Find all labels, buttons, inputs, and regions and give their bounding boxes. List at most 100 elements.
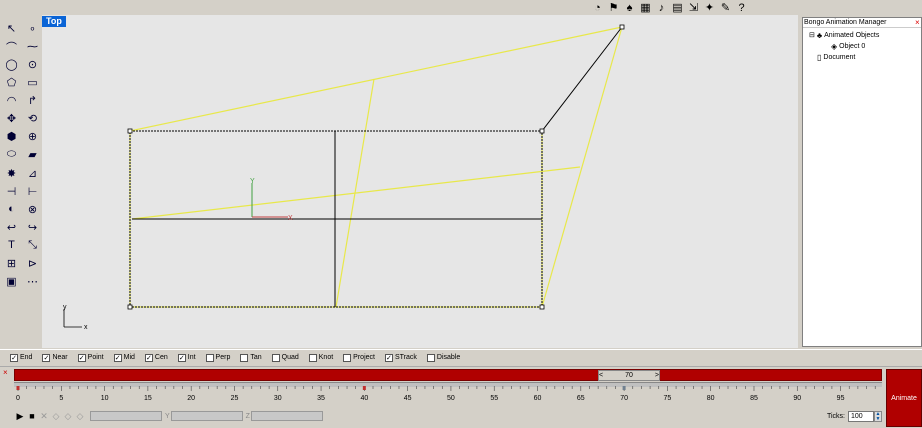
snap-quad[interactable]: Quad [271,353,299,362]
blend-icon[interactable]: ↪ [24,219,41,236]
union-icon[interactable]: ⊕ [24,128,41,145]
highlight-line [129,26,623,132]
snap-checkbox[interactable] [426,353,435,362]
polyline-icon[interactable]: ⌒ [3,38,20,55]
timeline-range-bar[interactable]: < 70 > [14,369,882,381]
curve-points-icon[interactable]: ⁓ [24,38,41,55]
viewport-canvas[interactable]: Y X y x [42,15,798,348]
snap-int[interactable]: ✓ Int [177,353,196,362]
stop-icon[interactable]: ■ [26,410,38,422]
snap-project[interactable]: Project [343,353,375,362]
snap-checkbox[interactable]: ✓ [42,353,51,362]
snap-mid[interactable]: ✓ Mid [113,353,135,362]
snap-checkbox[interactable]: ✓ [177,353,186,362]
snap-checkbox[interactable] [240,353,249,362]
animate-button[interactable]: Animate [886,369,922,427]
graph-icon[interactable]: ▦ [638,0,653,15]
render-icon[interactable]: ✦ [702,0,717,15]
layer-icon[interactable]: ▣ [3,273,20,290]
grid-snap-icon[interactable]: ⋯ [24,273,41,290]
snap-tan[interactable]: Tan [240,353,262,362]
snap-checkbox[interactable]: ✓ [113,353,122,362]
ticks-input[interactable]: 100 [848,410,874,422]
fillet-icon[interactable]: ↱ [24,92,41,109]
snap-checkbox[interactable]: ✓ [384,353,393,362]
analyze-icon[interactable]: ◐ [3,201,20,218]
snap-near[interactable]: ✓ Near [42,353,68,362]
extrude-icon[interactable]: ▰ [24,146,41,163]
top-viewport[interactable]: Y X y x Top [42,15,798,348]
current-frame-marker[interactable] [622,386,626,390]
text-icon[interactable]: T [3,237,20,254]
close-icon[interactable]: × [3,369,11,377]
tools-icon[interactable]: ✎ [718,0,733,15]
control-point[interactable] [127,128,133,134]
control-points[interactable] [127,24,625,310]
snap-perp[interactable]: Perp [205,353,230,362]
curve-icon[interactable]: ↩ [3,219,20,236]
move-icon[interactable]: ✥ [3,110,20,127]
snap-label: Project [353,354,375,361]
snap-point[interactable]: ✓ Point [77,353,104,362]
snap-disable[interactable]: Disable [426,353,460,362]
prev-frame-button[interactable]: < [599,372,603,379]
snap-knot[interactable]: Knot [308,353,333,362]
help-icon[interactable]: ? [734,0,749,15]
offset-icon[interactable]: ⊗ [24,201,41,218]
next-frame-button[interactable]: > [655,372,659,379]
point-icon[interactable]: ∘ [24,20,41,37]
ellipse-icon[interactable]: ⊙ [24,56,41,73]
split-icon[interactable]: ⊢ [24,183,41,200]
select-arrow-icon[interactable]: ↖ [3,20,20,37]
close-icon[interactable]: × [915,18,921,27]
snap-checkbox[interactable] [271,353,280,362]
timeline-ruler[interactable]: 0 5 10 15 20 25 30 35 40 45 50 55 60 65 70 75 80 85 90 95 [0,386,886,408]
tree-item[interactable]: ◈ Object 0 [823,41,865,52]
snap-checkbox[interactable]: ✓ [77,353,86,362]
snap-checkbox[interactable]: ✓ [10,353,18,362]
polygon-icon[interactable]: ⬠ [3,74,20,91]
circle-icon[interactable]: ◯ [3,56,20,73]
control-point[interactable] [539,128,545,134]
box-icon[interactable]: ⬢ [3,128,20,145]
time-icon[interactable]: ◔ [590,0,605,15]
tree-item[interactable]: ⊟ ♣ Animated Objects [809,30,879,41]
camera-icon[interactable]: ♠ [622,0,637,15]
array-icon[interactable]: ⊞ [3,255,20,272]
flag-icon[interactable]: ⚑ [606,0,621,15]
keyframe-marker[interactable] [16,386,20,390]
collapse-icon[interactable]: ⊟ [809,30,815,41]
snap-end[interactable]: ✓ End [10,353,32,362]
rectangle-icon[interactable]: ▭ [24,74,41,91]
explode-icon[interactable]: ✸ [3,165,20,182]
snap-checkbox[interactable] [343,353,352,362]
transform-icon[interactable]: ⤡ [24,237,41,254]
key-move-icon: ◇ [52,410,60,421]
control-point[interactable] [619,24,625,30]
film-icon[interactable]: ▤ [670,0,685,15]
viewport-title[interactable]: Top [42,16,66,27]
trim-icon[interactable]: ⊣ [3,183,20,200]
dimension-icon[interactable]: ⊿ [24,165,41,182]
control-point[interactable] [127,304,133,310]
key-scale-icon: ◇ [76,410,84,421]
rotate-icon[interactable]: ⟲ [24,110,41,127]
ruler-label: 0 [16,395,20,402]
keyframe-marker[interactable] [362,386,366,390]
tree-item[interactable]: ▯ Document [809,52,855,63]
snap-checkbox[interactable] [308,353,317,362]
control-point[interactable] [539,304,545,310]
snap-checkbox[interactable]: ✓ [144,353,153,362]
sound-icon[interactable]: ♪ [654,0,669,15]
x-coord-field [90,411,162,421]
mirror-icon[interactable]: ⊳ [24,255,41,272]
export-icon[interactable]: ⇲ [686,0,701,15]
play-icon[interactable]: ▶ [14,410,26,422]
snap-cen[interactable]: ✓ Cen [144,353,168,362]
current-frame-value[interactable]: 70 [625,372,633,379]
arc-icon[interactable]: ◠ [3,92,20,109]
cylinder-icon[interactable]: ⬭ [3,146,20,163]
snap-strack[interactable]: ✓ STrack [384,353,417,362]
ticks-spinner[interactable]: ▲ ▼ [874,410,882,422]
snap-checkbox[interactable] [205,353,214,362]
